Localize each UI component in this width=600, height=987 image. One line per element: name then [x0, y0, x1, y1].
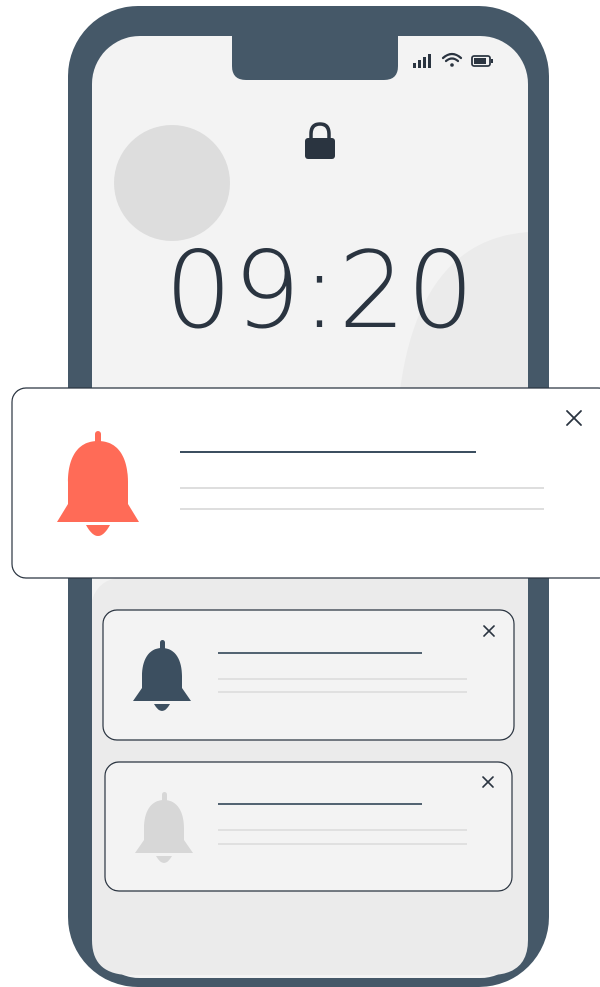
notch: [232, 36, 398, 80]
lock-screen-time: 09:20: [164, 229, 476, 352]
phone-illustration: [11, 6, 600, 987]
decor-circle: [114, 125, 230, 241]
notification-card-primary[interactable]: [11, 387, 600, 579]
notification-card-tertiary[interactable]: [104, 761, 513, 892]
notification-card-secondary[interactable]: [102, 609, 515, 741]
